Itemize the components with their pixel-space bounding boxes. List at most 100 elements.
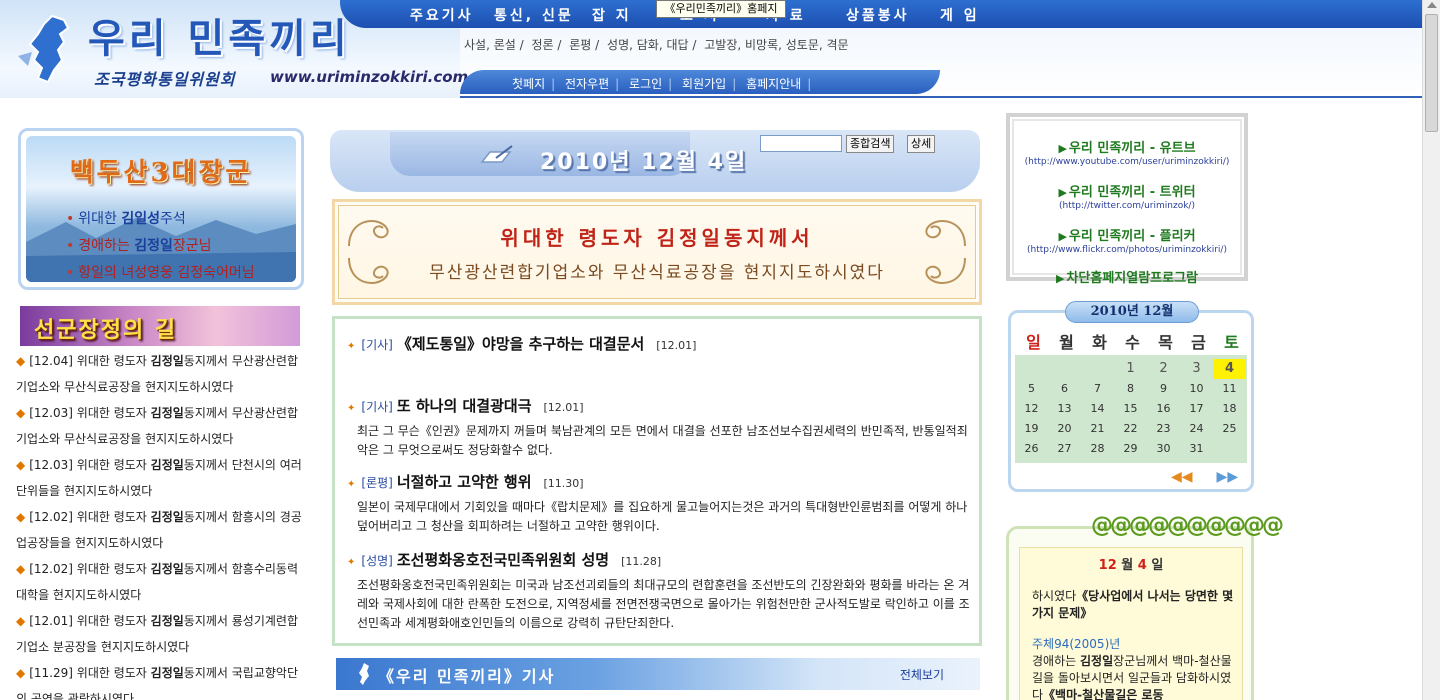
site-search-button[interactable]: 종합검색 <box>846 135 895 153</box>
calendar-day[interactable]: 23 <box>1147 419 1180 439</box>
nav-site-guide[interactable]: 홈페지안내 <box>746 77 801 91</box>
subnav-indictments[interactable]: 고발장, 비망록, 성토문, 격문 <box>704 38 848 52</box>
subnav-commentary[interactable]: 론평 / <box>569 38 599 52</box>
calendar-day[interactable]: 8 <box>1114 379 1147 399</box>
article-item[interactable]: ✦ [론평] 너절하고 고약한 행위 [11.30] 일본이 국제무대에서 기회있을 … <box>347 471 971 536</box>
calendar-day[interactable]: 13 <box>1048 399 1081 419</box>
list-item[interactable]: ◆ [12.01] 위대한 령도자 김정일동지께서 룡성기계련합기업소 분공장을 … <box>16 608 306 660</box>
view-all-link[interactable]: 전체보기 <box>900 666 944 683</box>
article-item[interactable]: ✦ [성명] 조선평화옹호전국민족위원회 성명 [11.28] 조선평화옹호전국민족위… <box>347 549 971 633</box>
calendar-day[interactable]: 29 <box>1114 439 1147 459</box>
nav-products[interactable]: 상품봉사 <box>846 5 910 25</box>
calendar-day[interactable]: 25 <box>1213 419 1246 439</box>
leader-link-kim-il-sung[interactable]: • 위대한 김일성주석 <box>66 206 255 233</box>
calendar-day[interactable]: 11 <box>1213 379 1246 399</box>
leader-link-kim-jong-suk[interactable]: • 항일의 녀성영웅 김정숙어머님 <box>66 260 255 282</box>
calendar-day[interactable]: 21 <box>1081 419 1114 439</box>
calendar-day[interactable]: 27 <box>1048 439 1081 459</box>
leader-link-kim-jong-il[interactable]: • 경애하는 김정일장군님 <box>66 233 255 260</box>
block-program-link[interactable]: ▶ 차단홈페지열람프로그람 <box>1014 267 1240 286</box>
list-item[interactable]: ◆ [12.04] 위대한 령도자 김정일동지께서 무산광산련합기업소와 무산식료… <box>16 348 306 400</box>
korea-map-icon <box>359 663 369 685</box>
calendar-day[interactable]: 7 <box>1081 379 1114 399</box>
nav-news-papers[interactable]: 통신, 신문 <box>494 5 574 25</box>
nav-home[interactable]: 첫페지 <box>512 77 545 91</box>
calendar-day[interactable]: 19 <box>1015 419 1048 439</box>
detail-search-button[interactable]: 상세 <box>907 135 936 153</box>
calendar-day[interactable]: 4 <box>1213 359 1246 379</box>
flickr-url[interactable]: (http://www.flickr.com/photos/uriminzokk… <box>1014 245 1240 255</box>
homepage-tooltip: 《우리민족끼리》홈페지 <box>656 0 786 18</box>
list-item[interactable]: ◆ [12.02] 위대한 령도자 김정일동지께서 함흥수리동력대학을 현지지도하… <box>16 556 306 608</box>
article-category: [성명] <box>361 554 393 568</box>
calendar-day[interactable]: 10 <box>1180 379 1213 399</box>
diary-date: 12 월 4 일 <box>1098 558 1164 573</box>
calendar-day[interactable]: 18 <box>1213 399 1246 419</box>
nav-separator: | <box>807 77 812 91</box>
calendar-day[interactable]: 30 <box>1147 439 1180 459</box>
prev-month-icon[interactable]: ◀◀ <box>1171 469 1193 485</box>
nav-games[interactable]: 게 임 <box>940 5 980 25</box>
headline-box[interactable]: 위대한 령도자 김정일동지께서 무산광산련합기업소와 무산식료공장을 현지지도하… <box>332 199 982 305</box>
flickr-link[interactable]: ▶ 우리 민족끼리 - 플리커 <box>1014 225 1240 244</box>
scrollbar-thumb[interactable] <box>1425 14 1438 132</box>
calendar-day[interactable]: 2 <box>1147 359 1180 379</box>
list-item[interactable]: ◆ [12.02] 위대한 령도자 김정일동지께서 함흥시의 경공업공장들을 현지… <box>16 504 306 556</box>
calendar-weekdays: 일 월 화 수 목 금 토 <box>1026 333 1239 352</box>
nav-signup[interactable]: 회원가입 <box>682 77 726 91</box>
calendar-day[interactable]: 26 <box>1015 439 1048 459</box>
nav-separator: | <box>668 77 673 91</box>
article-title[interactable]: 너절하고 고약한 행위 <box>397 473 532 491</box>
diamond-bullet-icon: ◆ <box>16 510 26 524</box>
calendar-day[interactable]: 16 <box>1147 399 1180 419</box>
nav-magazines[interactable]: 잡 지 <box>592 5 632 25</box>
list-item[interactable]: ◆ [12.03] 위대한 령도자 김정일동지께서 무산광산련합기업소와 무산식료… <box>16 400 306 452</box>
calendar-day[interactable]: 5 <box>1015 379 1048 399</box>
calendar-day[interactable]: 22 <box>1114 419 1147 439</box>
calendar-day[interactable]: 28 <box>1081 439 1114 459</box>
calendar-empty-cell <box>1015 359 1048 379</box>
subnav-statements[interactable]: 성명, 담화, 대답 / <box>607 38 696 52</box>
nav-main-articles[interactable]: 주요기사 <box>410 5 474 25</box>
list-item[interactable]: ◆ [12.03] 위대한 령도자 김정일동지께서 단천시의 여러 단위들을 현지… <box>16 452 306 504</box>
top-nav: 주요기사 통신, 신문 잡 지 도 서 자 료 상품봉사 게 임 <box>340 0 1422 28</box>
nav-email[interactable]: 전자우편 <box>565 77 609 91</box>
leader-links: • 위대한 김일성주석 • 경애하는 김정일장군님 • 항일의 녀성영웅 김정숙어머님 <box>66 206 255 282</box>
calendar-day[interactable]: 12 <box>1015 399 1048 419</box>
subnav-editorials[interactable]: 사설, 론설 / <box>464 38 524 52</box>
diary-text[interactable]: 하시였다《당사업에서 나서는 당면한 몇가지 문제》 주체94(2005)년 경… <box>1032 588 1236 700</box>
section-header-articles: 《우리 민족끼리》기사 전체보기 <box>336 658 980 690</box>
twitter-link[interactable]: ▶ 우리 민족끼리 - 트위터 <box>1014 181 1240 200</box>
leaders-banner: 백두산3대장군 • 위대한 김일성주석 • 경애하는 김정일장군님 • 항일의 녀성영… <box>18 128 304 290</box>
calendar-day[interactable]: 14 <box>1081 399 1114 419</box>
songun-journey-banner[interactable]: 선군장정의 길 <box>20 306 300 346</box>
nav-login[interactable]: 로그인 <box>629 77 662 91</box>
calendar-day[interactable]: 9 <box>1147 379 1180 399</box>
calendar-day[interactable]: 31 <box>1180 439 1213 459</box>
subnav-jongron[interactable]: 정론 / <box>531 38 561 52</box>
on-this-day-box: @@@@@@@@@@ 12 월 4 일 하시였다《당사업에서 나서는 당면한 몇… <box>1006 513 1284 700</box>
twitter-url[interactable]: (http://twitter.com/uriminzok/) <box>1014 201 1240 211</box>
article-item[interactable]: ✦ [기사] 또 하나의 대결광대극 [12.01] 최근 그 무슨《인권》문제까지 … <box>347 395 971 460</box>
calendar-day[interactable]: 15 <box>1114 399 1147 419</box>
calendar-day[interactable]: 20 <box>1048 419 1081 439</box>
calendar-day[interactable]: 1 <box>1114 359 1147 379</box>
calendar-day[interactable]: 24 <box>1180 419 1213 439</box>
diamond-bullet-icon: ◆ <box>16 406 26 420</box>
youtube-link[interactable]: ▶ 우리 민족끼리 - 유트브 <box>1014 137 1240 156</box>
search-input[interactable] <box>760 135 842 152</box>
next-month-icon[interactable]: ▶▶ <box>1217 469 1239 485</box>
article-title[interactable]: 또 하나의 대결광대극 <box>397 397 532 415</box>
article-item[interactable]: ✦ [기사] 《제도통일》야망을 추구하는 대결문서 [12.01] <box>347 333 971 360</box>
vertical-scrollbar[interactable] <box>1422 0 1440 700</box>
article-title[interactable]: 《제도통일》야망을 추구하는 대결문서 <box>397 335 644 353</box>
headline-title: 위대한 령도자 김정일동지께서 <box>500 226 814 250</box>
calendar-day[interactable]: 6 <box>1048 379 1081 399</box>
calendar-day[interactable]: 17 <box>1180 399 1213 419</box>
articles-box: ✦ [기사] 《제도통일》야망을 추구하는 대결문서 [12.01] ✦ [기사] 또 하… <box>332 316 982 646</box>
youtube-url[interactable]: (http://www.youtube.com/user/uriminzokki… <box>1014 157 1240 167</box>
calendar-day[interactable]: 3 <box>1180 359 1213 379</box>
list-item[interactable]: ◆ [11.29] 위대한 령도자 김정일동지께서 국립교향악단의 공연을 관람하… <box>16 660 306 700</box>
article-title[interactable]: 조선평화옹호전국민족위원회 성명 <box>397 551 609 569</box>
scroll-up-arrow-icon[interactable] <box>1427 2 1437 8</box>
